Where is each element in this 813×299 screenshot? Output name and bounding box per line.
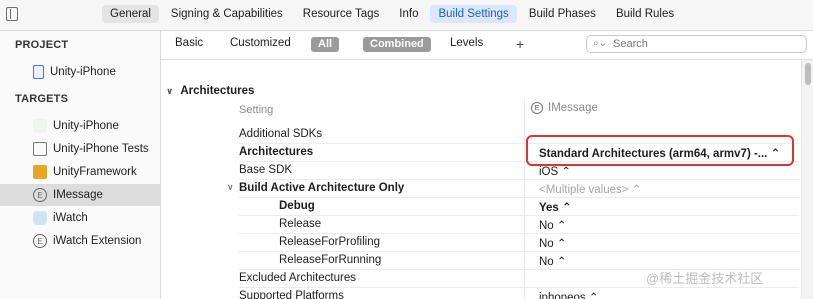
sidebar-item-target-imessage[interactable]: E IMessage xyxy=(0,184,160,206)
filter-combined-button[interactable]: Combined xyxy=(363,37,431,52)
setting-column-header: Setting xyxy=(239,104,274,116)
setting-value-popup[interactable]: No ⌃ xyxy=(539,254,567,268)
sidebar-item-target-iwatch[interactable]: iWatch xyxy=(0,207,160,229)
setting-name: Supported Platforms xyxy=(239,290,344,299)
target-column-header: E IMessage xyxy=(531,102,598,114)
setting-name: ReleaseForRunning xyxy=(279,254,382,266)
project-section-header: PROJECT xyxy=(15,39,69,51)
tab-info[interactable]: Info xyxy=(391,5,426,23)
table-row[interactable]: Debug Yes ⌃ xyxy=(239,197,799,216)
sidebar-item-label: IMessage xyxy=(53,189,103,201)
search-icon: ⌕⌄ xyxy=(593,38,607,49)
tab-signing-capabilities[interactable]: Signing & Capabilities xyxy=(163,5,291,23)
table-row[interactable]: Release No ⌃ xyxy=(239,215,799,234)
setting-name: Release xyxy=(279,218,322,230)
setting-value-popup[interactable]: Yes ⌃ xyxy=(539,200,572,214)
scrollbar-thumb[interactable] xyxy=(805,63,811,85)
sidebar-item-label: Unity-iPhone xyxy=(53,120,119,132)
sidebar-item-label: iWatch Extension xyxy=(53,235,142,247)
project-target-sidebar: PROJECT Unity-iPhone TARGETS Unity-iPhon… xyxy=(0,31,161,299)
sidebar-item-label: iWatch xyxy=(53,212,88,224)
watermark: @稀土掘金技术社区 xyxy=(646,271,764,286)
sidebar-item-project-unity-iphone[interactable]: Unity-iPhone xyxy=(0,61,160,83)
targets-section-header: TARGETS xyxy=(15,93,69,105)
setting-value-popup[interactable]: <Multiple values> ⌃ xyxy=(539,182,641,196)
watch-app-icon xyxy=(33,211,47,225)
target-column-label: IMessage xyxy=(548,102,598,114)
setting-value-popup[interactable]: No ⌃ xyxy=(539,218,567,232)
sidebar-item-target-iwatch-extension[interactable]: E iWatch Extension xyxy=(0,230,160,252)
extension-icon: E xyxy=(531,102,543,114)
sidebar-item-label: UnityFramework xyxy=(53,166,137,178)
vertical-scrollbar[interactable] xyxy=(801,60,813,299)
sidebar-item-label: Unity-iPhone xyxy=(50,66,116,78)
group-title: Architectures xyxy=(180,85,255,97)
setting-value-popup[interactable]: No ⌃ xyxy=(539,236,567,250)
search-field[interactable]: ⌕⌄ xyxy=(586,35,807,53)
table-row[interactable]: ∨ Build Active Architecture Only <Multip… xyxy=(227,179,799,198)
chevron-down-icon[interactable]: ∨ xyxy=(227,182,234,193)
sidebar-item-target-unity-iphone-tests[interactable]: Unity-iPhone Tests xyxy=(0,138,160,160)
editor-tab-bar: General Signing & Capabilities Resource … xyxy=(0,0,813,31)
search-input[interactable] xyxy=(613,37,793,51)
filter-all-button[interactable]: All xyxy=(311,37,340,52)
setting-name: Excluded Architectures xyxy=(239,272,356,284)
table-row[interactable]: ReleaseForProfiling No ⌃ xyxy=(239,233,799,252)
chevron-down-icon: ∨ xyxy=(166,85,174,96)
app-icon xyxy=(33,119,47,133)
tabs: General Signing & Capabilities Resource … xyxy=(102,5,682,23)
sidebar-item-label: Unity-iPhone Tests xyxy=(53,143,149,155)
extension-icon: E xyxy=(33,234,47,248)
table-row[interactable]: Supported Platforms iphoneos ⌃ xyxy=(239,287,799,299)
imessage-extension-icon: E xyxy=(33,188,47,202)
project-file-icon xyxy=(33,65,44,79)
setting-value-popup[interactable]: iOS ⌃ xyxy=(539,164,571,178)
tab-build-phases[interactable]: Build Phases xyxy=(521,5,604,23)
tab-build-rules[interactable]: Build Rules xyxy=(608,5,682,23)
build-settings-filter-bar: Basic Customized All Combined Levels + ⌕… xyxy=(161,31,813,60)
tab-resource-tags[interactable]: Resource Tags xyxy=(295,5,388,23)
framework-icon xyxy=(33,165,47,179)
tab-build-settings[interactable]: Build Settings xyxy=(430,5,517,23)
test-bundle-icon xyxy=(33,142,47,156)
setting-name: Architectures xyxy=(239,146,314,158)
add-setting-button[interactable]: + xyxy=(516,36,524,52)
setting-name: Base SDK xyxy=(239,164,293,176)
setting-name: Build Active Architecture Only xyxy=(239,182,405,194)
architectures-group-header[interactable]: ∨ Architectures xyxy=(166,85,254,97)
sidebar-item-target-unityframework[interactable]: UnityFramework xyxy=(0,161,160,183)
filter-basic-button[interactable]: Basic xyxy=(175,37,203,49)
sidebar-toggle-icon[interactable] xyxy=(6,7,18,21)
setting-name: Additional SDKs xyxy=(239,128,323,140)
tab-general[interactable]: General xyxy=(102,5,159,23)
filter-levels-button[interactable]: Levels xyxy=(450,37,483,49)
setting-name: ReleaseForProfiling xyxy=(279,236,380,248)
sidebar-item-target-unity-iphone[interactable]: Unity-iPhone xyxy=(0,115,160,137)
build-settings-table: ∨ Architectures Setting E IMessage Addit… xyxy=(161,60,813,299)
architectures-highlight-box xyxy=(526,135,794,166)
filter-customized-button[interactable]: Customized xyxy=(230,37,291,49)
setting-name: Debug xyxy=(279,200,315,212)
setting-value-popup[interactable]: iphoneos ⌃ xyxy=(539,290,599,299)
